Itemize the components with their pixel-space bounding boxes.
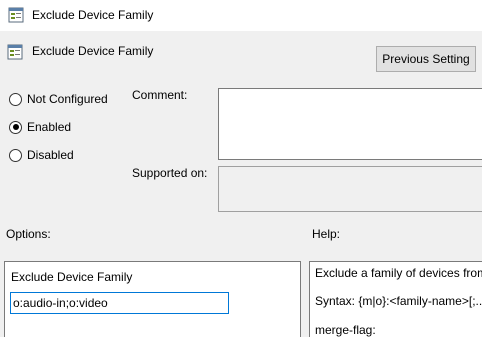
- supported-on-label: Supported on:: [132, 166, 208, 180]
- radio-circle[interactable]: [9, 92, 22, 106]
- comment-textarea[interactable]: [218, 88, 482, 160]
- policy-icon: [8, 7, 24, 23]
- help-label: Help:: [312, 227, 341, 241]
- device-family-input[interactable]: o:audio-in;o:video: [10, 292, 229, 314]
- radio-circle[interactable]: [9, 120, 22, 134]
- options-label: Options:: [6, 227, 51, 241]
- radio-enabled[interactable]: Enabled: [9, 119, 71, 135]
- title-bar: Exclude Device Family: [0, 0, 482, 31]
- radio-circle[interactable]: [9, 148, 22, 162]
- options-panel: Exclude Device Family o:audio-in;o:video: [4, 261, 301, 337]
- help-text-line: merge-flag:: [315, 323, 376, 337]
- radio-label: Not Configured: [27, 92, 108, 106]
- radio-label: Enabled: [27, 120, 72, 134]
- previous-setting-button[interactable]: Previous Setting: [376, 46, 476, 72]
- policy-icon: [7, 44, 23, 60]
- supported-on-field: [218, 166, 482, 212]
- radio-disabled[interactable]: Disabled: [9, 147, 74, 163]
- help-text-line: Exclude a family of devices from: [315, 266, 482, 280]
- radio-not-configured[interactable]: Not Configured: [9, 91, 108, 107]
- help-text-line: Syntax: {m|o}:<family-name>[;..: [315, 294, 482, 308]
- option-title: Exclude Device Family: [11, 270, 133, 284]
- setting-title: Exclude Device Family: [32, 44, 154, 58]
- radio-label: Disabled: [27, 148, 74, 162]
- comment-label: Comment:: [132, 88, 188, 102]
- window-title: Exclude Device Family: [32, 8, 154, 22]
- help-panel: Exclude a family of devices from Syntax:…: [309, 261, 482, 337]
